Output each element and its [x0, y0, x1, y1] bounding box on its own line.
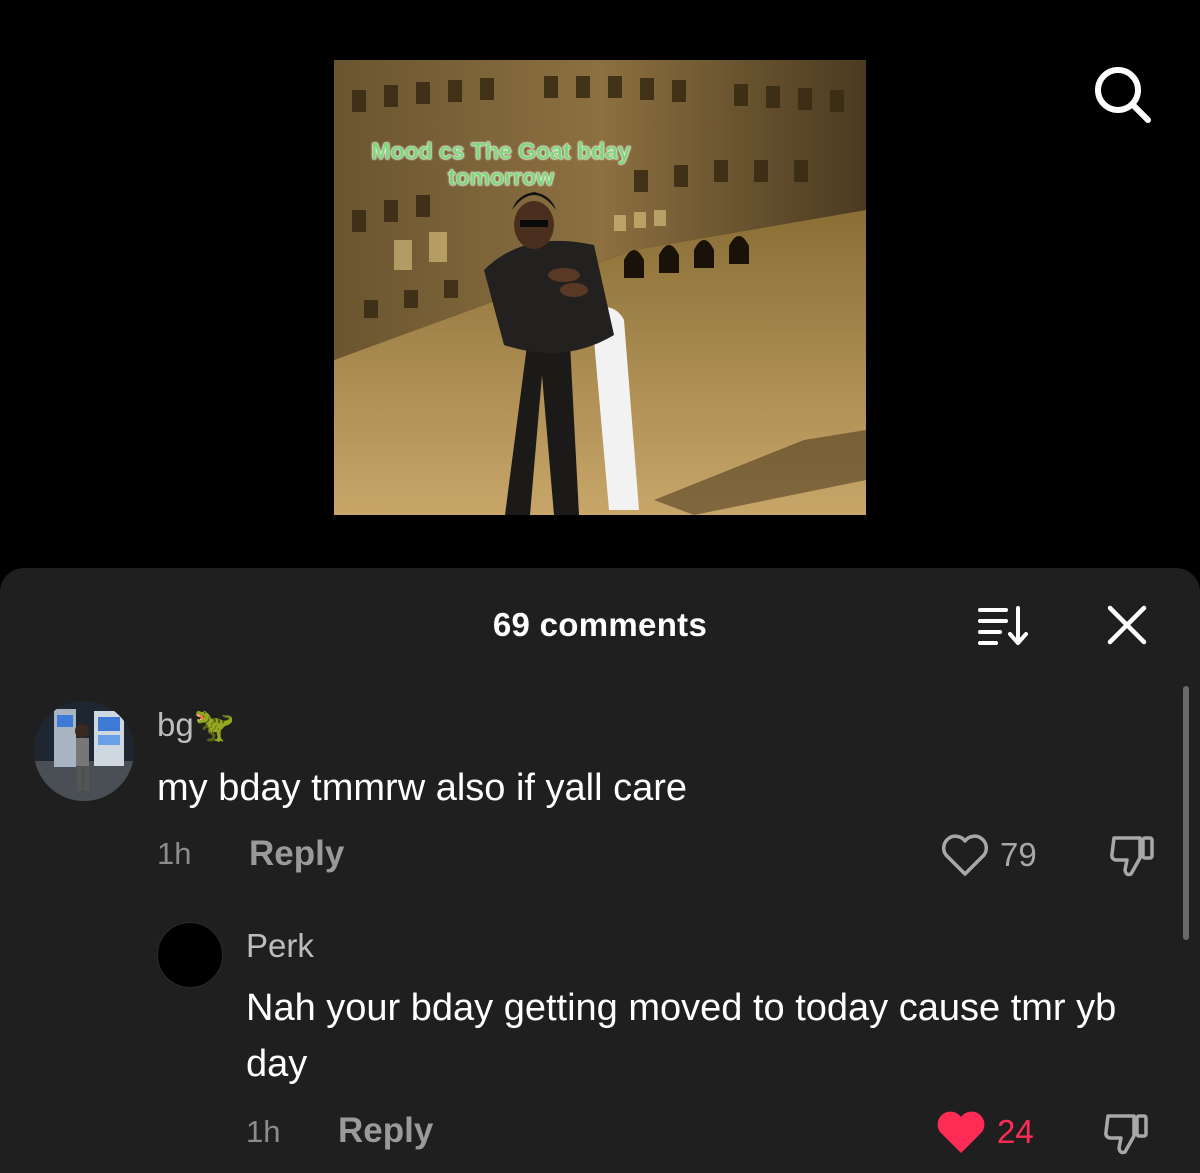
comment-time: 1h — [157, 836, 192, 871]
avatar[interactable] — [157, 922, 223, 988]
video-caption: Mood cs The Goat bday tomorrow — [371, 138, 631, 190]
comment-time: 1h — [246, 1114, 281, 1149]
comment-item: Perk Nah your bday getting moved to toda… — [0, 908, 1200, 1173]
thumbnail-scene — [334, 60, 866, 515]
dislike-icon — [1104, 1114, 1148, 1155]
search-icon — [1095, 67, 1151, 123]
comment-text: Nah your bday getting moved to today cau… — [246, 987, 1117, 1085]
like-button[interactable]: 79 — [940, 832, 1037, 878]
avatar[interactable] — [34, 701, 134, 801]
like-count: 79 — [1000, 836, 1037, 873]
comment-username[interactable]: bg🦖 — [157, 706, 235, 745]
dislike-button[interactable] — [1102, 1110, 1152, 1163]
like-button[interactable]: 24 — [935, 1108, 1034, 1156]
reply-button[interactable]: Reply — [249, 834, 344, 874]
like-count: 24 — [997, 1113, 1034, 1150]
heart-icon — [941, 834, 989, 876]
comment-item: bg🦖 my bday tmmrw also if yall care 1h R… — [0, 568, 1200, 908]
comments-sheet: 69 comments bg🦖 my bday tmmrw also if ya… — [0, 568, 1200, 1173]
video-area: Mood cs The Goat bday tomorrow — [0, 0, 1200, 570]
video-thumbnail[interactable]: Mood cs The Goat bday tomorrow — [334, 60, 866, 515]
avatar-image — [34, 701, 134, 801]
search-button[interactable] — [1090, 62, 1154, 126]
dislike-button[interactable] — [1108, 832, 1158, 885]
heart-filled-icon — [937, 1111, 985, 1153]
dislike-icon — [1110, 836, 1154, 877]
reply-button[interactable]: Reply — [338, 1111, 433, 1151]
comment-text: my bday tmmrw also if yall care — [157, 767, 688, 809]
comment-username[interactable]: Perk — [246, 927, 314, 965]
